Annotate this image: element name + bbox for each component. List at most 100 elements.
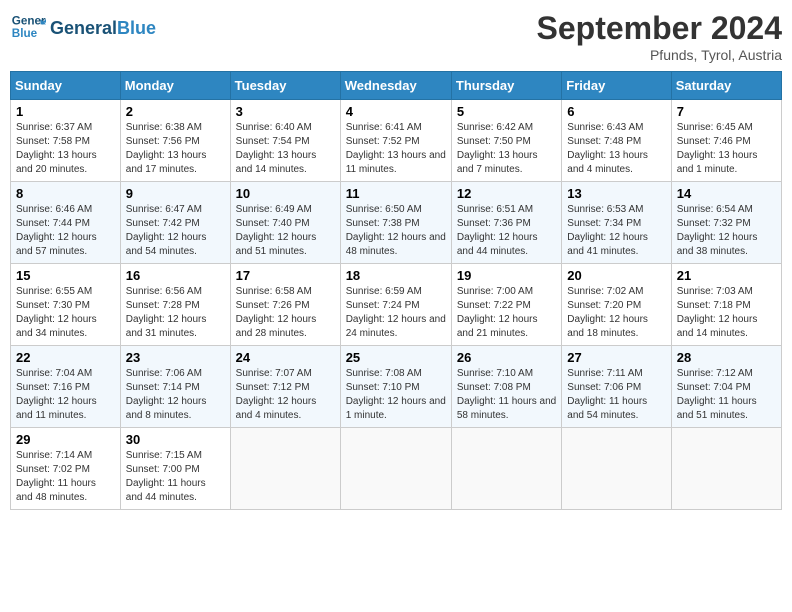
day-number: 3 xyxy=(236,104,335,119)
calendar-cell: 23 Sunrise: 7:06 AM Sunset: 7:14 PM Dayl… xyxy=(120,346,230,428)
day-of-week-header: Tuesday xyxy=(230,72,340,100)
day-info: Sunrise: 7:02 AM Sunset: 7:20 PM Dayligh… xyxy=(567,285,665,341)
day-of-week-header: Saturday xyxy=(671,72,781,100)
calendar-cell: 1 Sunrise: 6:37 AM Sunset: 7:58 PM Dayli… xyxy=(11,100,121,182)
day-info: Sunrise: 6:46 AM Sunset: 7:44 PM Dayligh… xyxy=(16,203,115,259)
day-number: 29 xyxy=(16,432,115,447)
calendar-cell: 29 Sunrise: 7:14 AM Sunset: 7:02 PM Dayl… xyxy=(11,428,121,510)
day-info: Sunrise: 6:50 AM Sunset: 7:38 PM Dayligh… xyxy=(346,203,446,259)
logo: General Blue GeneralBlue xyxy=(10,10,156,46)
calendar-cell: 28 Sunrise: 7:12 AM Sunset: 7:04 PM Dayl… xyxy=(671,346,781,428)
day-number: 4 xyxy=(346,104,446,119)
day-number: 18 xyxy=(346,268,446,283)
day-info: Sunrise: 6:49 AM Sunset: 7:40 PM Dayligh… xyxy=(236,203,335,259)
calendar-cell: 6 Sunrise: 6:43 AM Sunset: 7:48 PM Dayli… xyxy=(562,100,671,182)
calendar-cell xyxy=(340,428,451,510)
calendar-cell: 11 Sunrise: 6:50 AM Sunset: 7:38 PM Dayl… xyxy=(340,182,451,264)
day-number: 1 xyxy=(16,104,115,119)
day-info: Sunrise: 6:40 AM Sunset: 7:54 PM Dayligh… xyxy=(236,121,335,177)
day-info: Sunrise: 7:12 AM Sunset: 7:04 PM Dayligh… xyxy=(677,367,776,423)
title-block: September 2024 Pfunds, Tyrol, Austria xyxy=(537,10,782,63)
day-number: 27 xyxy=(567,350,665,365)
day-info: Sunrise: 6:37 AM Sunset: 7:58 PM Dayligh… xyxy=(16,121,115,177)
logo-general: General xyxy=(50,18,117,38)
day-number: 28 xyxy=(677,350,776,365)
day-number: 21 xyxy=(677,268,776,283)
calendar-cell: 4 Sunrise: 6:41 AM Sunset: 7:52 PM Dayli… xyxy=(340,100,451,182)
day-of-week-header: Friday xyxy=(562,72,671,100)
day-info: Sunrise: 7:03 AM Sunset: 7:18 PM Dayligh… xyxy=(677,285,776,341)
calendar-cell: 19 Sunrise: 7:00 AM Sunset: 7:22 PM Dayl… xyxy=(451,264,561,346)
day-number: 25 xyxy=(346,350,446,365)
day-info: Sunrise: 6:45 AM Sunset: 7:46 PM Dayligh… xyxy=(677,121,776,177)
day-number: 17 xyxy=(236,268,335,283)
calendar-header-row: SundayMondayTuesdayWednesdayThursdayFrid… xyxy=(11,72,782,100)
day-number: 20 xyxy=(567,268,665,283)
calendar-week-row: 22 Sunrise: 7:04 AM Sunset: 7:16 PM Dayl… xyxy=(11,346,782,428)
day-info: Sunrise: 6:41 AM Sunset: 7:52 PM Dayligh… xyxy=(346,121,446,177)
day-info: Sunrise: 7:11 AM Sunset: 7:06 PM Dayligh… xyxy=(567,367,665,423)
day-number: 22 xyxy=(16,350,115,365)
calendar-week-row: 29 Sunrise: 7:14 AM Sunset: 7:02 PM Dayl… xyxy=(11,428,782,510)
day-info: Sunrise: 6:58 AM Sunset: 7:26 PM Dayligh… xyxy=(236,285,335,341)
day-info: Sunrise: 6:53 AM Sunset: 7:34 PM Dayligh… xyxy=(567,203,665,259)
day-info: Sunrise: 6:59 AM Sunset: 7:24 PM Dayligh… xyxy=(346,285,446,341)
calendar-cell: 12 Sunrise: 6:51 AM Sunset: 7:36 PM Dayl… xyxy=(451,182,561,264)
calendar-cell: 17 Sunrise: 6:58 AM Sunset: 7:26 PM Dayl… xyxy=(230,264,340,346)
calendar-cell: 3 Sunrise: 6:40 AM Sunset: 7:54 PM Dayli… xyxy=(230,100,340,182)
calendar-cell: 18 Sunrise: 6:59 AM Sunset: 7:24 PM Dayl… xyxy=(340,264,451,346)
day-number: 2 xyxy=(126,104,225,119)
calendar-cell xyxy=(451,428,561,510)
svg-text:Blue: Blue xyxy=(12,27,38,40)
calendar-cell: 2 Sunrise: 6:38 AM Sunset: 7:56 PM Dayli… xyxy=(120,100,230,182)
day-number: 26 xyxy=(457,350,556,365)
calendar-cell: 20 Sunrise: 7:02 AM Sunset: 7:20 PM Dayl… xyxy=(562,264,671,346)
calendar-cell: 13 Sunrise: 6:53 AM Sunset: 7:34 PM Dayl… xyxy=(562,182,671,264)
day-number: 8 xyxy=(16,186,115,201)
location-subtitle: Pfunds, Tyrol, Austria xyxy=(537,47,782,63)
day-info: Sunrise: 6:56 AM Sunset: 7:28 PM Dayligh… xyxy=(126,285,225,341)
day-number: 23 xyxy=(126,350,225,365)
calendar-cell: 8 Sunrise: 6:46 AM Sunset: 7:44 PM Dayli… xyxy=(11,182,121,264)
day-number: 12 xyxy=(457,186,556,201)
logo-icon: General Blue xyxy=(10,10,46,46)
calendar-cell: 7 Sunrise: 6:45 AM Sunset: 7:46 PM Dayli… xyxy=(671,100,781,182)
calendar-cell: 30 Sunrise: 7:15 AM Sunset: 7:00 PM Dayl… xyxy=(120,428,230,510)
calendar-cell: 27 Sunrise: 7:11 AM Sunset: 7:06 PM Dayl… xyxy=(562,346,671,428)
calendar-cell: 16 Sunrise: 6:56 AM Sunset: 7:28 PM Dayl… xyxy=(120,264,230,346)
calendar-week-row: 1 Sunrise: 6:37 AM Sunset: 7:58 PM Dayli… xyxy=(11,100,782,182)
calendar-cell: 10 Sunrise: 6:49 AM Sunset: 7:40 PM Dayl… xyxy=(230,182,340,264)
calendar-cell: 14 Sunrise: 6:54 AM Sunset: 7:32 PM Dayl… xyxy=(671,182,781,264)
calendar-week-row: 15 Sunrise: 6:55 AM Sunset: 7:30 PM Dayl… xyxy=(11,264,782,346)
day-info: Sunrise: 7:04 AM Sunset: 7:16 PM Dayligh… xyxy=(16,367,115,423)
calendar-cell: 9 Sunrise: 6:47 AM Sunset: 7:42 PM Dayli… xyxy=(120,182,230,264)
day-number: 13 xyxy=(567,186,665,201)
day-number: 6 xyxy=(567,104,665,119)
day-number: 7 xyxy=(677,104,776,119)
day-number: 16 xyxy=(126,268,225,283)
calendar-week-row: 8 Sunrise: 6:46 AM Sunset: 7:44 PM Dayli… xyxy=(11,182,782,264)
day-info: Sunrise: 7:00 AM Sunset: 7:22 PM Dayligh… xyxy=(457,285,556,341)
day-info: Sunrise: 7:14 AM Sunset: 7:02 PM Dayligh… xyxy=(16,449,115,505)
day-info: Sunrise: 6:55 AM Sunset: 7:30 PM Dayligh… xyxy=(16,285,115,341)
day-number: 14 xyxy=(677,186,776,201)
day-info: Sunrise: 6:43 AM Sunset: 7:48 PM Dayligh… xyxy=(567,121,665,177)
calendar-cell: 26 Sunrise: 7:10 AM Sunset: 7:08 PM Dayl… xyxy=(451,346,561,428)
day-info: Sunrise: 7:08 AM Sunset: 7:10 PM Dayligh… xyxy=(346,367,446,423)
day-of-week-header: Monday xyxy=(120,72,230,100)
calendar-cell xyxy=(562,428,671,510)
day-of-week-header: Thursday xyxy=(451,72,561,100)
month-title: September 2024 xyxy=(537,10,782,47)
logo-blue: Blue xyxy=(117,18,156,38)
day-info: Sunrise: 7:07 AM Sunset: 7:12 PM Dayligh… xyxy=(236,367,335,423)
day-info: Sunrise: 7:15 AM Sunset: 7:00 PM Dayligh… xyxy=(126,449,225,505)
calendar-cell: 25 Sunrise: 7:08 AM Sunset: 7:10 PM Dayl… xyxy=(340,346,451,428)
day-info: Sunrise: 7:10 AM Sunset: 7:08 PM Dayligh… xyxy=(457,367,556,423)
day-number: 15 xyxy=(16,268,115,283)
calendar-cell: 21 Sunrise: 7:03 AM Sunset: 7:18 PM Dayl… xyxy=(671,264,781,346)
calendar-table: SundayMondayTuesdayWednesdayThursdayFrid… xyxy=(10,71,782,510)
calendar-cell: 24 Sunrise: 7:07 AM Sunset: 7:12 PM Dayl… xyxy=(230,346,340,428)
day-info: Sunrise: 6:38 AM Sunset: 7:56 PM Dayligh… xyxy=(126,121,225,177)
day-number: 5 xyxy=(457,104,556,119)
calendar-cell: 22 Sunrise: 7:04 AM Sunset: 7:16 PM Dayl… xyxy=(11,346,121,428)
